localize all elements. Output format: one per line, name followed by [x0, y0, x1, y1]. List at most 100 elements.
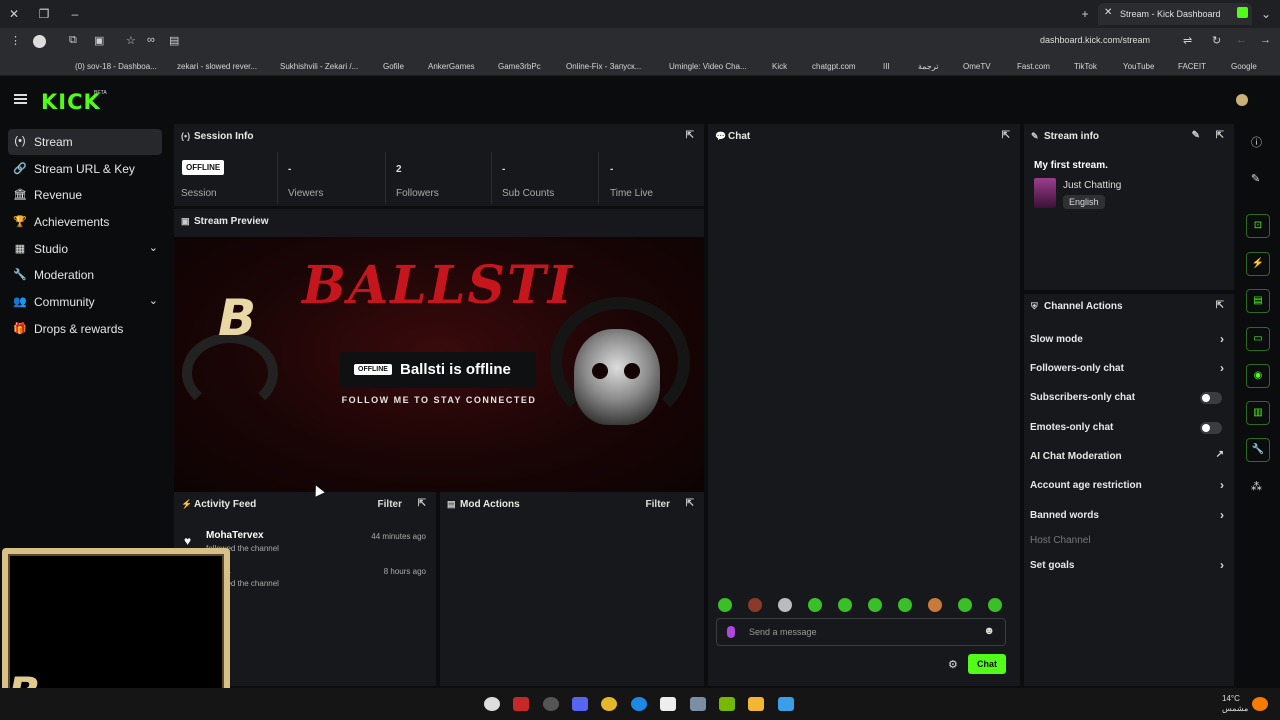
minimize-window-icon[interactable]: – — [67, 6, 83, 22]
profile-icon[interactable] — [33, 35, 46, 48]
chat-icon[interactable]: ▭ — [1246, 327, 1270, 351]
bookmark-item[interactable]: (0) sov-18 - Dashboa... — [75, 62, 157, 71]
wrench-icon[interactable]: 🔧 — [1246, 438, 1270, 462]
restore-window-icon[interactable]: ❐ — [36, 6, 52, 22]
emote-icon[interactable] — [748, 598, 762, 612]
weather-widget[interactable]: 14°C مشمس — [1222, 694, 1248, 714]
windows-start-icon[interactable] — [778, 697, 794, 711]
sidebar-item-stream-url-key[interactable]: 🔗 Stream URL & Key — [8, 156, 162, 182]
emoji-icon[interactable]: ☻ — [983, 625, 995, 637]
bookmark-item[interactable]: ترجمة — [918, 62, 939, 71]
bookmark-item[interactable]: Fast.com — [1017, 62, 1050, 71]
chevron-down-icon[interactable]: ⌄ — [149, 241, 158, 254]
notification-icon[interactable] — [1252, 697, 1268, 711]
popout-icon[interactable]: ⇱ — [418, 498, 426, 509]
popout-icon[interactable]: ⇱ — [686, 498, 694, 509]
edit-icon[interactable]: ✎ — [1192, 130, 1200, 141]
emote-icon[interactable] — [718, 598, 732, 612]
extension-2-icon[interactable]: ∞ — [147, 34, 155, 46]
edge-icon[interactable] — [631, 697, 647, 711]
action-slow-mode[interactable]: Slow mode › — [1030, 326, 1228, 354]
emote-icon[interactable] — [898, 598, 912, 612]
nvidia-icon[interactable] — [719, 697, 735, 711]
capture-icon[interactable]: ⊡ — [1246, 214, 1270, 238]
action-followers-only-chat[interactable]: Followers-only chat › — [1030, 355, 1228, 383]
activity-username[interactable]: MohaTervex — [206, 530, 264, 541]
action-account-age-restriction[interactable]: Account age restriction › — [1030, 472, 1228, 500]
emotes-only-toggle[interactable] — [1200, 422, 1222, 434]
app-icon[interactable] — [513, 697, 529, 711]
bookmark-item[interactable]: Gofile — [383, 62, 404, 71]
bookmark-item[interactable]: chatgpt.com — [812, 62, 856, 71]
bookmark-item[interactable]: Online-Fix - Запуск... — [566, 62, 641, 71]
kick-logo[interactable]: KICK — [41, 90, 101, 114]
edit-icon[interactable]: ✎ — [1251, 172, 1260, 185]
sidebar-item-moderation[interactable]: 🔧 Moderation — [8, 262, 162, 288]
discord-icon[interactable] — [572, 697, 588, 711]
bookmark-item[interactable]: AnkerGames — [428, 62, 475, 71]
stream-category[interactable]: Just Chatting — [1063, 180, 1121, 191]
emote-icon[interactable] — [778, 598, 792, 612]
apps-icon[interactable]: ⁂ — [1251, 480, 1262, 493]
settings-icon[interactable] — [690, 697, 706, 711]
bookmark-item[interactable]: zekari - slowed rever... — [177, 62, 257, 71]
chat-settings-icon[interactable]: ⚙ — [948, 658, 958, 671]
emote-icon[interactable] — [928, 598, 942, 612]
close-tab-icon[interactable]: ✕ — [1104, 7, 1112, 18]
app-icon[interactable] — [543, 697, 559, 711]
stream-preview-image[interactable]: B BALLSTI OFFLINE Ballsti is offline FOL… — [174, 237, 704, 493]
action-set-goals[interactable]: Set goals › — [1030, 552, 1228, 580]
address-bar[interactable]: dashboard.kick.com/stream — [1040, 35, 1150, 45]
emote-icon[interactable] — [958, 598, 972, 612]
chrome-icon[interactable] — [601, 697, 617, 711]
filter-button[interactable]: Filter — [646, 499, 670, 510]
site-settings-icon[interactable]: ⇌ — [1183, 34, 1192, 47]
media-player-icon[interactable] — [484, 697, 500, 711]
chevron-down-icon[interactable]: ⌄ — [149, 294, 158, 307]
tab-menu-icon[interactable]: ⌄ — [1258, 6, 1274, 22]
emote-icon[interactable] — [868, 598, 882, 612]
bookmark-item[interactable]: Umingle: Video Cha... — [669, 62, 747, 71]
capcut-icon[interactable] — [660, 697, 676, 711]
file-explorer-icon[interactable] — [748, 697, 764, 711]
extensions-icon[interactable]: ⧉ — [69, 34, 77, 47]
sidebar-item-stream[interactable]: (•) Stream — [8, 129, 162, 155]
bookmark-item[interactable]: FACEIT — [1178, 62, 1206, 71]
broadcast-icon[interactable]: ◉ — [1246, 364, 1270, 388]
action-banned-words[interactable]: Banned words › — [1030, 502, 1228, 530]
popout-icon[interactable]: ⇱ — [686, 130, 694, 141]
bookmark-item[interactable]: Sukhishvili - Zekari /... — [280, 62, 358, 71]
action-ai-chat-moderation[interactable]: AI Chat Moderation ↗ — [1030, 443, 1228, 471]
bookmark-item[interactable]: Kick — [772, 62, 787, 71]
sidebar-item-revenue[interactable]: 🏛 Revenue — [8, 182, 162, 208]
emote-icon[interactable] — [988, 598, 1002, 612]
popout-icon[interactable]: ⇱ — [1002, 130, 1010, 141]
bookmark-item[interactable]: III — [883, 62, 890, 71]
subscribers-only-toggle[interactable] — [1200, 392, 1222, 404]
info-icon[interactable]: ⓘ — [1251, 134, 1262, 150]
emote-icon[interactable] — [838, 598, 852, 612]
extension-icon[interactable]: ▣ — [94, 34, 104, 47]
layout-icon[interactable]: ▥ — [1246, 401, 1270, 425]
emote-icon[interactable] — [808, 598, 822, 612]
popout-icon[interactable]: ⇱ — [1216, 130, 1224, 141]
browser-tab[interactable]: ✕ Stream - Kick Dashboard — [1098, 3, 1252, 25]
menu-dots-icon[interactable]: ⋮ — [10, 34, 21, 47]
popout-icon[interactable]: ⇱ — [1216, 300, 1224, 311]
document-icon[interactable]: ▤ — [1246, 289, 1270, 313]
sidebar-item-achievements[interactable]: 🏆 Achievements — [8, 209, 162, 235]
bookmark-item[interactable]: Game3rbPc — [498, 62, 541, 71]
filter-button[interactable]: Filter — [378, 499, 402, 510]
forward-icon[interactable]: → — [1260, 34, 1271, 46]
close-window-icon[interactable]: ✕ — [6, 6, 22, 22]
microphone-icon[interactable] — [727, 626, 735, 638]
lightning-icon[interactable]: ⚡ — [1246, 252, 1270, 276]
sidebar-item-studio[interactable]: ▦ Studio ⌄ — [8, 236, 162, 262]
bookmark-item[interactable]: Google — [1231, 62, 1257, 71]
sidebar-item-community[interactable]: 👥 Community ⌄ — [8, 289, 162, 315]
user-avatar[interactable] — [1236, 94, 1248, 106]
hamburger-menu-icon[interactable] — [14, 94, 27, 104]
back-icon[interactable]: ← — [1236, 34, 1247, 46]
bookmark-item[interactable]: TikTok — [1074, 62, 1097, 71]
chat-message-input[interactable] — [749, 625, 969, 639]
